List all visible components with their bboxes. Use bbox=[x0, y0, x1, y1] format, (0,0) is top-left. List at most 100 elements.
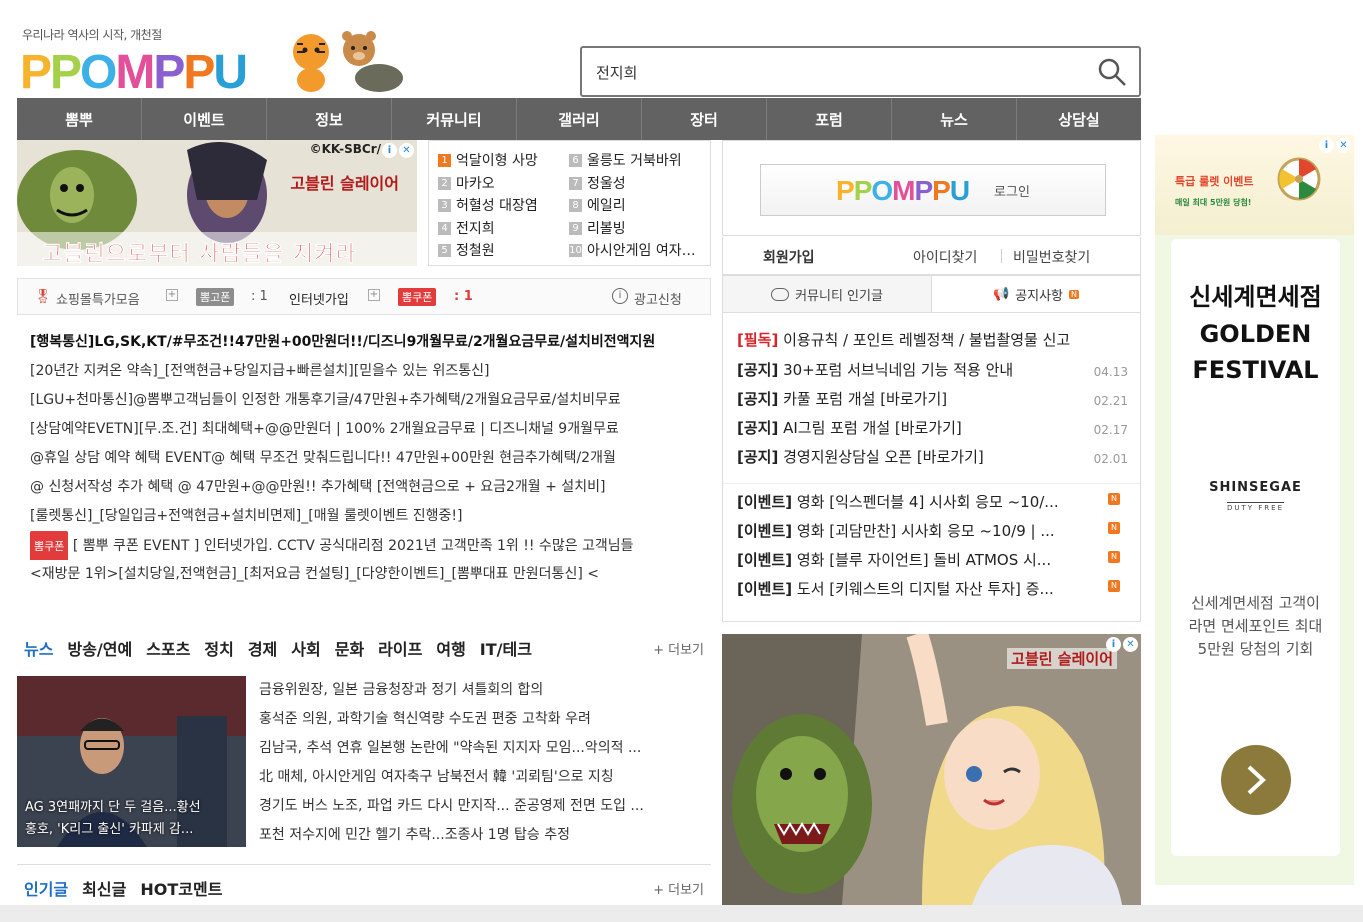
tab-economy[interactable]: 경제 bbox=[248, 636, 277, 660]
notice-tag: [공지] bbox=[737, 390, 779, 408]
tab-politics[interactable]: 정치 bbox=[204, 636, 233, 660]
ppomcoupon-count: : 1 bbox=[454, 289, 473, 304]
rank-item[interactable]: 4 전지희 bbox=[438, 217, 566, 239]
event-item[interactable]: [이벤트] 도서 [키웨스트의 디지털 자산 투자] 증... bbox=[737, 575, 1107, 604]
event-title: 영화 [익스펜더블 4] 시사회 응모 ~10/... bbox=[796, 493, 1059, 511]
nav-item-event[interactable]: 이벤트 bbox=[142, 98, 267, 140]
nav-item-community[interactable]: 커뮤니티 bbox=[392, 98, 517, 140]
tab-society[interactable]: 사회 bbox=[291, 636, 320, 660]
tab-life[interactable]: 라이프 bbox=[378, 636, 422, 660]
ad-list-item[interactable]: @휴일 상담 예약 혜택 EVENT@ 혜택 무조건 맞춰드립니다!! 47만원… bbox=[30, 444, 700, 473]
tab-latest[interactable]: 최신글 bbox=[82, 876, 126, 900]
nav-item-info[interactable]: 정보 bbox=[267, 98, 392, 140]
ad-category-bar: 🎖 쇼핑몰특가모음 + 뽐고폰 : 1 인터넷가입 + 뽐쿠폰 : 1 i 광고… bbox=[17, 278, 711, 315]
news-thumbnail[interactable]: AG 3연패까지 단 두 걸음...황선 홍호, 'K리그 출신' 카파제 감.… bbox=[17, 676, 246, 847]
close-icon[interactable]: ✕ bbox=[399, 143, 414, 158]
tab-notice[interactable]: 📢 공지사항 N bbox=[932, 276, 1140, 312]
tab-hot-comment[interactable]: HOT코멘트 bbox=[140, 876, 222, 900]
notice-item[interactable]: [공지] 30+포럼 서브닉네임 기능 적용 안내 bbox=[737, 356, 1067, 385]
adchoices-icon[interactable]: i bbox=[382, 143, 397, 158]
nav-item-gallery[interactable]: 갤러리 bbox=[517, 98, 642, 140]
shinsegae-sky-ad[interactable]: 특급 룰렛 이벤트 매일 최대 5만원 당첨! i ✕ 신세계면세점 GOLDE… bbox=[1155, 135, 1354, 885]
login-button[interactable]: PPOMPPU 로그인 bbox=[760, 164, 1106, 216]
caption-line: 홍호, 'K리그 출신' 카파제 감... bbox=[25, 822, 194, 837]
search-box[interactable]: 전지희 bbox=[580, 46, 1141, 97]
ad-list-item[interactable]: <재방문 1위>[설치당일,전액현금]_[최저요금 컨설팅]_[다양한이벤트]_… bbox=[30, 560, 700, 589]
ad-list-item[interactable]: [상담예약EVETN][무.조.건] 최대혜택+@@만원더 | 100% 2개월… bbox=[30, 415, 700, 444]
notice-item[interactable]: [공지] 카풀 포럼 개설 [바로가기] bbox=[737, 385, 1067, 414]
news-item[interactable]: 금융위원장, 일본 금융청장과 정기 셔틀회의 합의 bbox=[259, 676, 711, 705]
news-more-link[interactable]: + 더보기 bbox=[653, 639, 704, 658]
tab-news[interactable]: 뉴스 bbox=[24, 636, 53, 660]
news-item[interactable]: 김남국, 추석 연휴 일본행 논란에 "약속된 지지자 모임...악의적 ... bbox=[259, 734, 711, 763]
event-item[interactable]: [이벤트] 영화 [블루 자이언트] 돌비 ATMOS 시... bbox=[737, 546, 1107, 575]
rank-number: 1 bbox=[438, 153, 451, 167]
nav-item-counsel[interactable]: 상담실 bbox=[1017, 98, 1141, 140]
internet-signup-link[interactable]: 인터넷가입 bbox=[289, 289, 349, 308]
close-icon[interactable]: ✕ bbox=[1336, 138, 1351, 153]
news-item[interactable]: 포천 저수지에 민간 헬기 추락...조종사 1명 탑승 추정 bbox=[259, 821, 711, 850]
event-item[interactable]: [이벤트] 영화 [괴담만찬] 시사회 응모 ~10/9 | ... bbox=[737, 517, 1107, 546]
popular-tabs: 인기글 최신글 HOT코멘트 + 더보기 bbox=[24, 876, 714, 900]
event-item[interactable]: [이벤트] 영화 [익스펜더블 4] 시사회 응모 ~10/... bbox=[737, 488, 1107, 517]
ad-apply-link[interactable]: 광고신청 bbox=[634, 289, 682, 308]
page: 우리나라 역사의 시작, 개천절 PPOMPPU 전지희 뽐뿌 이벤트 정보 커… bbox=[0, 0, 1363, 922]
ad-list-item[interactable]: [룰렛통신]_[당일입금+전액현금+설치비면제]_[매월 룰렛이벤트 진행중!] bbox=[30, 502, 700, 531]
tab-community-popular[interactable]: 커뮤니티 인기글 bbox=[723, 276, 932, 312]
tab-culture[interactable]: 문화 bbox=[335, 636, 364, 660]
rank-item[interactable]: 6 울릉도 거북바위 bbox=[569, 149, 697, 171]
goblin-slayer-ad-large[interactable]: 고블린 슬레이어 i ✕ bbox=[722, 634, 1141, 905]
popular-more-link[interactable]: + 더보기 bbox=[653, 879, 704, 898]
close-icon[interactable]: ✕ bbox=[1123, 637, 1138, 652]
rank-number: 6 bbox=[569, 153, 582, 167]
rank-text: 억달이형 사망 bbox=[456, 153, 538, 169]
rank-item[interactable]: 5 정철원 bbox=[438, 239, 566, 261]
ad-list-item[interactable]: 뽐쿠폰 [ 뽐뿌 쿠폰 EVENT ] 인터넷가입. CCTV 공식대리점 20… bbox=[30, 531, 700, 560]
ad-list-item[interactable]: [20년간 지켜온 약속]_[전액현금+당일지급+빠른설치][믿을수 있는 위즈… bbox=[30, 357, 700, 386]
sky-next-button[interactable] bbox=[1221, 745, 1291, 815]
tab-entertainment[interactable]: 방송/연예 bbox=[67, 636, 132, 660]
find-password-link[interactable]: 비밀번호찾기 bbox=[1013, 247, 1090, 267]
plus-icon[interactable]: + bbox=[368, 289, 380, 301]
rank-text: 에일리 bbox=[587, 198, 626, 214]
rank-item[interactable]: 1 억달이형 사망 bbox=[438, 149, 566, 171]
notice-item[interactable]: [필독] 이용규칙 / 포인트 레벨정책 / 불법촬영물 신고 bbox=[737, 326, 1132, 355]
news-item[interactable]: 홍석준 의원, 과학기술 혁신역량 수도권 편중 고착화 우려 bbox=[259, 705, 711, 734]
rank-item[interactable]: 7 정울성 bbox=[569, 172, 697, 194]
nav-item-forum[interactable]: 포럼 bbox=[767, 98, 892, 140]
notice-item[interactable]: [공지] 경영지원상담실 오픈 [바로가기] bbox=[737, 443, 1067, 472]
news-item[interactable]: 경기도 버스 노조, 파업 카드 다시 만지작... 준공영제 전면 도입 ..… bbox=[259, 792, 711, 821]
tab-it-tech[interactable]: IT/테크 bbox=[480, 636, 532, 660]
news-item[interactable]: 北 매체, 아시안게임 여자축구 남북전서 韓 '괴뢰팀'으로 지칭 bbox=[259, 763, 711, 792]
ad-list-item[interactable]: [LGU+천마통신]@뽐뿌고객님들이 인정한 개통후기글/47만원+추가혜택/2… bbox=[30, 386, 700, 415]
rank-item[interactable]: 3 허혈성 대장염 bbox=[438, 194, 566, 216]
ppomppu-logo[interactable]: PPOMPPU bbox=[20, 42, 260, 99]
nav-item-market[interactable]: 장터 bbox=[642, 98, 767, 140]
tab-sports[interactable]: 스포츠 bbox=[146, 636, 190, 660]
nav-item-news[interactable]: 뉴스 bbox=[892, 98, 1017, 140]
search-icon[interactable] bbox=[1097, 57, 1127, 87]
plus-icon[interactable]: + bbox=[166, 289, 178, 301]
find-id-link[interactable]: 아이디찾기 bbox=[913, 247, 977, 267]
search-input[interactable]: 전지희 bbox=[596, 62, 637, 83]
nav-item-ppomppu[interactable]: 뽐뿌 bbox=[17, 98, 142, 140]
main-nav: 뽐뿌 이벤트 정보 커뮤니티 갤러리 장터 포럼 뉴스 상담실 bbox=[17, 98, 1141, 140]
tab-travel[interactable]: 여행 bbox=[436, 636, 465, 660]
goblin-slayer-ad-banner[interactable]: ©KK-SBCr/ 고블린 슬레이어 고블린으로부터 사람들을 지켜라 i ✕ bbox=[17, 140, 417, 266]
news-list: 금융위원장, 일본 금융청장과 정기 셔틀회의 합의 홍석준 의원, 과학기술 … bbox=[259, 676, 711, 850]
sky-title-2: GOLDEN bbox=[1199, 320, 1312, 348]
adchoices-icon[interactable]: i bbox=[1319, 138, 1334, 153]
horizontal-scrollbar[interactable] bbox=[0, 905, 1363, 922]
rank-item[interactable]: 9 리볼빙 bbox=[569, 217, 697, 239]
ad-list-item[interactable]: [행복통신]LG,SK,KT/#무조건!!47만원+00만원더!!/디즈니9개월… bbox=[30, 328, 700, 357]
rank-item[interactable]: 8 에일리 bbox=[569, 194, 697, 216]
rank-item[interactable]: 10 아시안게임 여자축구 bbox=[569, 239, 697, 261]
notice-tag: [공지] bbox=[737, 448, 779, 466]
rank-item[interactable]: 2 마카오 bbox=[438, 172, 566, 194]
shop-deals-link[interactable]: 쇼핑몰특가모음 bbox=[56, 289, 140, 308]
adchoices-icon[interactable]: i bbox=[1106, 637, 1121, 652]
notice-item[interactable]: [공지] AI그림 포럼 개설 [바로가기] bbox=[737, 414, 1067, 443]
signup-link[interactable]: 회원가입 bbox=[763, 247, 815, 267]
tab-popular[interactable]: 인기글 bbox=[24, 876, 68, 900]
ad-list-item[interactable]: @ 신청서작성 추가 혜택 @ 47만원+@@만원!! 추가혜택 [전액현금으로… bbox=[30, 473, 700, 502]
